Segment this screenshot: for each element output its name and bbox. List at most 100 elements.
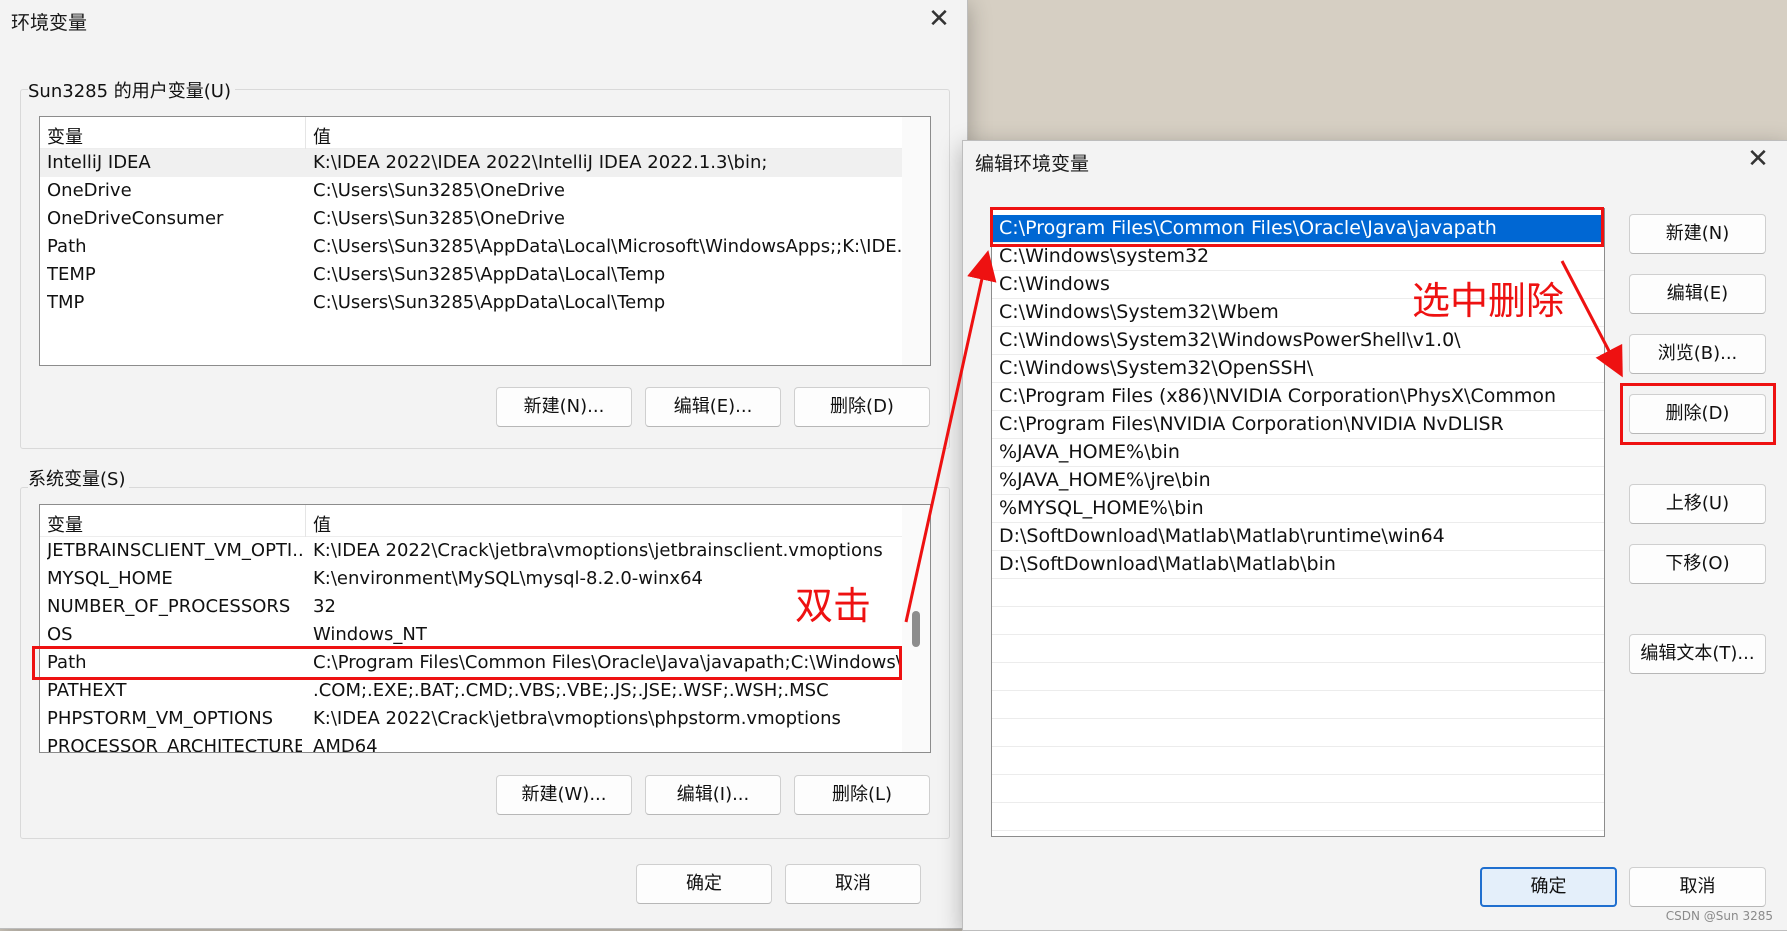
variable-name: OneDrive bbox=[47, 180, 302, 201]
edit-env-dialog: 编辑环境变量 ✕ C:\Program Files\Common Files\O… bbox=[962, 140, 1787, 931]
path-entry-text: C:\Windows\System32\WindowsPowerShell\v1… bbox=[999, 329, 1461, 351]
table-row[interactable]: TEMPC:\Users\Sun3285\AppData\Local\Temp bbox=[40, 261, 902, 289]
col-variable-header[interactable]: 变量 bbox=[47, 511, 83, 537]
variable-value: C:\Users\Sun3285\OneDrive bbox=[313, 208, 918, 229]
variable-value: AMD64 bbox=[313, 736, 918, 753]
variable-name: TMP bbox=[47, 292, 302, 313]
user-vars-list[interactable]: 变量 值 IntelliJ IDEAK:\IDEA 2022\IDEA 2022… bbox=[39, 116, 931, 366]
env-cancel-button[interactable]: 取消 bbox=[785, 864, 921, 904]
scrollbar-thumb[interactable] bbox=[912, 611, 920, 647]
path-entry-text: C:\Windows\System32\OpenSSH\ bbox=[999, 357, 1313, 379]
path-entry-text: C:\Windows bbox=[999, 273, 1110, 295]
entry-delete-button[interactable]: 删除(D) bbox=[1629, 394, 1766, 434]
empty-list-row[interactable] bbox=[992, 579, 1604, 607]
system-edit-button[interactable]: 编辑(I)... bbox=[645, 775, 781, 815]
table-row[interactable]: PATHEXT.COM;.EXE;.BAT;.CMD;.VBS;.VBE;.JS… bbox=[40, 677, 902, 705]
system-vars-label: 系统变量(S) bbox=[28, 465, 129, 491]
list-item[interactable]: C:\Program Files\Common Files\Oracle\Jav… bbox=[992, 215, 1604, 243]
system-new-button[interactable]: 新建(W)... bbox=[496, 775, 632, 815]
path-entry-text: %JAVA_HOME%\bin bbox=[999, 441, 1180, 463]
col-value-header[interactable]: 值 bbox=[313, 511, 331, 537]
variable-name: TEMP bbox=[47, 264, 302, 285]
system-delete-button[interactable]: 删除(L) bbox=[794, 775, 930, 815]
close-icon[interactable]: ✕ bbox=[1736, 143, 1780, 177]
list-item[interactable]: C:\Windows\System32\WindowsPowerShell\v1… bbox=[992, 327, 1604, 355]
user-edit-button[interactable]: 编辑(E)... bbox=[645, 387, 781, 427]
list-item[interactable]: C:\Program Files (x86)\NVIDIA Corporatio… bbox=[992, 383, 1604, 411]
empty-list-row[interactable] bbox=[992, 803, 1604, 831]
variable-name: OneDriveConsumer bbox=[47, 208, 302, 229]
variable-name: JETBRAINSCLIENT_VM_OPTI... bbox=[47, 540, 302, 561]
annotation-select-delete: 选中删除 bbox=[1412, 270, 1564, 325]
user-delete-button[interactable]: 删除(D) bbox=[794, 387, 930, 427]
user-vars-label: Sun3285 的用户变量(U) bbox=[28, 77, 235, 103]
edit-cancel-button[interactable]: 取消 bbox=[1629, 867, 1766, 907]
variable-value: C:\Users\Sun3285\AppData\Local\Microsoft… bbox=[313, 236, 918, 257]
list-item[interactable]: C:\Windows\System32\OpenSSH\ bbox=[992, 355, 1604, 383]
empty-list-row[interactable] bbox=[992, 719, 1604, 747]
env-ok-button[interactable]: 确定 bbox=[636, 864, 772, 904]
table-row[interactable]: OSWindows_NT bbox=[40, 621, 902, 649]
col-value-header[interactable]: 值 bbox=[313, 123, 331, 149]
table-row[interactable]: TMPC:\Users\Sun3285\AppData\Local\Temp bbox=[40, 289, 902, 317]
list-item[interactable]: C:\Windows\system32 bbox=[992, 243, 1604, 271]
annotation-double-click: 双击 bbox=[795, 575, 871, 630]
table-row[interactable]: PHPSTORM_VM_OPTIONSK:\IDEA 2022\Crack\je… bbox=[40, 705, 902, 733]
user-vars-scrollbar[interactable] bbox=[902, 117, 930, 365]
column-divider[interactable] bbox=[305, 117, 306, 149]
table-row[interactable]: MYSQL_HOMEK:\environment\MySQL\mysql-8.2… bbox=[40, 565, 902, 593]
table-row[interactable]: IntelliJ IDEAK:\IDEA 2022\IDEA 2022\Inte… bbox=[40, 149, 902, 177]
empty-list-row[interactable] bbox=[992, 607, 1604, 635]
list-item[interactable]: %MYSQL_HOME%\bin bbox=[992, 495, 1604, 523]
path-entry-text: D:\SoftDownload\Matlab\Matlab\runtime\wi… bbox=[999, 525, 1445, 547]
empty-list-row[interactable] bbox=[992, 663, 1604, 691]
variable-name: IntelliJ IDEA bbox=[47, 152, 302, 173]
table-row[interactable]: PROCESSOR_ARCHITECTUREAMD64 bbox=[40, 733, 902, 753]
path-entry-text: %JAVA_HOME%\jre\bin bbox=[999, 469, 1211, 491]
path-entry-text: %MYSQL_HOME%\bin bbox=[999, 497, 1204, 519]
entry-edit-button[interactable]: 编辑(E) bbox=[1629, 274, 1766, 314]
env-vars-dialog: 环境变量 ✕ Sun3285 的用户变量(U) 变量 值 IntelliJ ID… bbox=[0, 0, 968, 929]
variable-value: K:\IDEA 2022\IDEA 2022\IntelliJ IDEA 202… bbox=[313, 152, 918, 173]
empty-list-row[interactable] bbox=[992, 691, 1604, 719]
entry-edit-text-button[interactable]: 编辑文本(T)... bbox=[1629, 634, 1766, 674]
table-row[interactable]: PathC:\Users\Sun3285\AppData\Local\Micro… bbox=[40, 233, 902, 261]
empty-list-row[interactable] bbox=[992, 775, 1604, 803]
variable-name: MYSQL_HOME bbox=[47, 568, 302, 589]
col-variable-header[interactable]: 变量 bbox=[47, 123, 83, 149]
entry-move-down-button[interactable]: 下移(O) bbox=[1629, 544, 1766, 584]
edit-dialog-titlebar: 编辑环境变量 ✕ bbox=[963, 141, 1787, 183]
edit-dialog-title: 编辑环境变量 bbox=[975, 149, 1089, 176]
list-item[interactable]: C:\Program Files\NVIDIA Corporation\NVID… bbox=[992, 411, 1604, 439]
env-dialog-titlebar: 环境变量 ✕ bbox=[0, 0, 967, 41]
list-item[interactable]: %JAVA_HOME%\bin bbox=[992, 439, 1604, 467]
edit-ok-button[interactable]: 确定 bbox=[1480, 867, 1617, 907]
variable-value: .COM;.EXE;.BAT;.CMD;.VBS;.VBE;.JS;.JSE;.… bbox=[313, 680, 918, 701]
entry-move-up-button[interactable]: 上移(U) bbox=[1629, 484, 1766, 524]
variable-value: K:\IDEA 2022\Crack\jetbra\vmoptions\jetb… bbox=[313, 540, 918, 561]
user-new-button[interactable]: 新建(N)... bbox=[496, 387, 632, 427]
list-item[interactable]: D:\SoftDownload\Matlab\Matlab\runtime\wi… bbox=[992, 523, 1604, 551]
table-row[interactable]: JETBRAINSCLIENT_VM_OPTI...K:\IDEA 2022\C… bbox=[40, 537, 902, 565]
table-row[interactable]: OneDriveConsumerC:\Users\Sun3285\OneDriv… bbox=[40, 205, 902, 233]
table-row[interactable]: OneDriveC:\Users\Sun3285\OneDrive bbox=[40, 177, 902, 205]
entry-browse-button[interactable]: 浏览(B)... bbox=[1629, 334, 1766, 374]
watermark: CSDN @Sun 3285 bbox=[1666, 909, 1773, 923]
system-vars-rows: JETBRAINSCLIENT_VM_OPTI...K:\IDEA 2022\C… bbox=[40, 537, 902, 753]
variable-name: NUMBER_OF_PROCESSORS bbox=[47, 596, 302, 617]
table-row[interactable]: NUMBER_OF_PROCESSORS32 bbox=[40, 593, 902, 621]
list-item[interactable]: %JAVA_HOME%\jre\bin bbox=[992, 467, 1604, 495]
variable-value: C:\Users\Sun3285\OneDrive bbox=[313, 180, 918, 201]
variable-name: PHPSTORM_VM_OPTIONS bbox=[47, 708, 302, 729]
column-divider[interactable] bbox=[305, 505, 306, 537]
table-row[interactable]: PathC:\Program Files\Common Files\Oracle… bbox=[40, 649, 902, 677]
path-entry-text: C:\Program Files\NVIDIA Corporation\NVID… bbox=[999, 413, 1504, 435]
user-vars-header: 变量 值 bbox=[40, 117, 902, 149]
empty-list-row[interactable] bbox=[992, 635, 1604, 663]
empty-list-row[interactable] bbox=[992, 747, 1604, 775]
entry-new-button[interactable]: 新建(N) bbox=[1629, 214, 1766, 254]
system-vars-scrollbar[interactable] bbox=[902, 505, 930, 752]
path-entry-text: C:\Windows\system32 bbox=[999, 245, 1209, 267]
close-icon[interactable]: ✕ bbox=[917, 3, 961, 37]
list-item[interactable]: D:\SoftDownload\Matlab\Matlab\bin bbox=[992, 551, 1604, 579]
